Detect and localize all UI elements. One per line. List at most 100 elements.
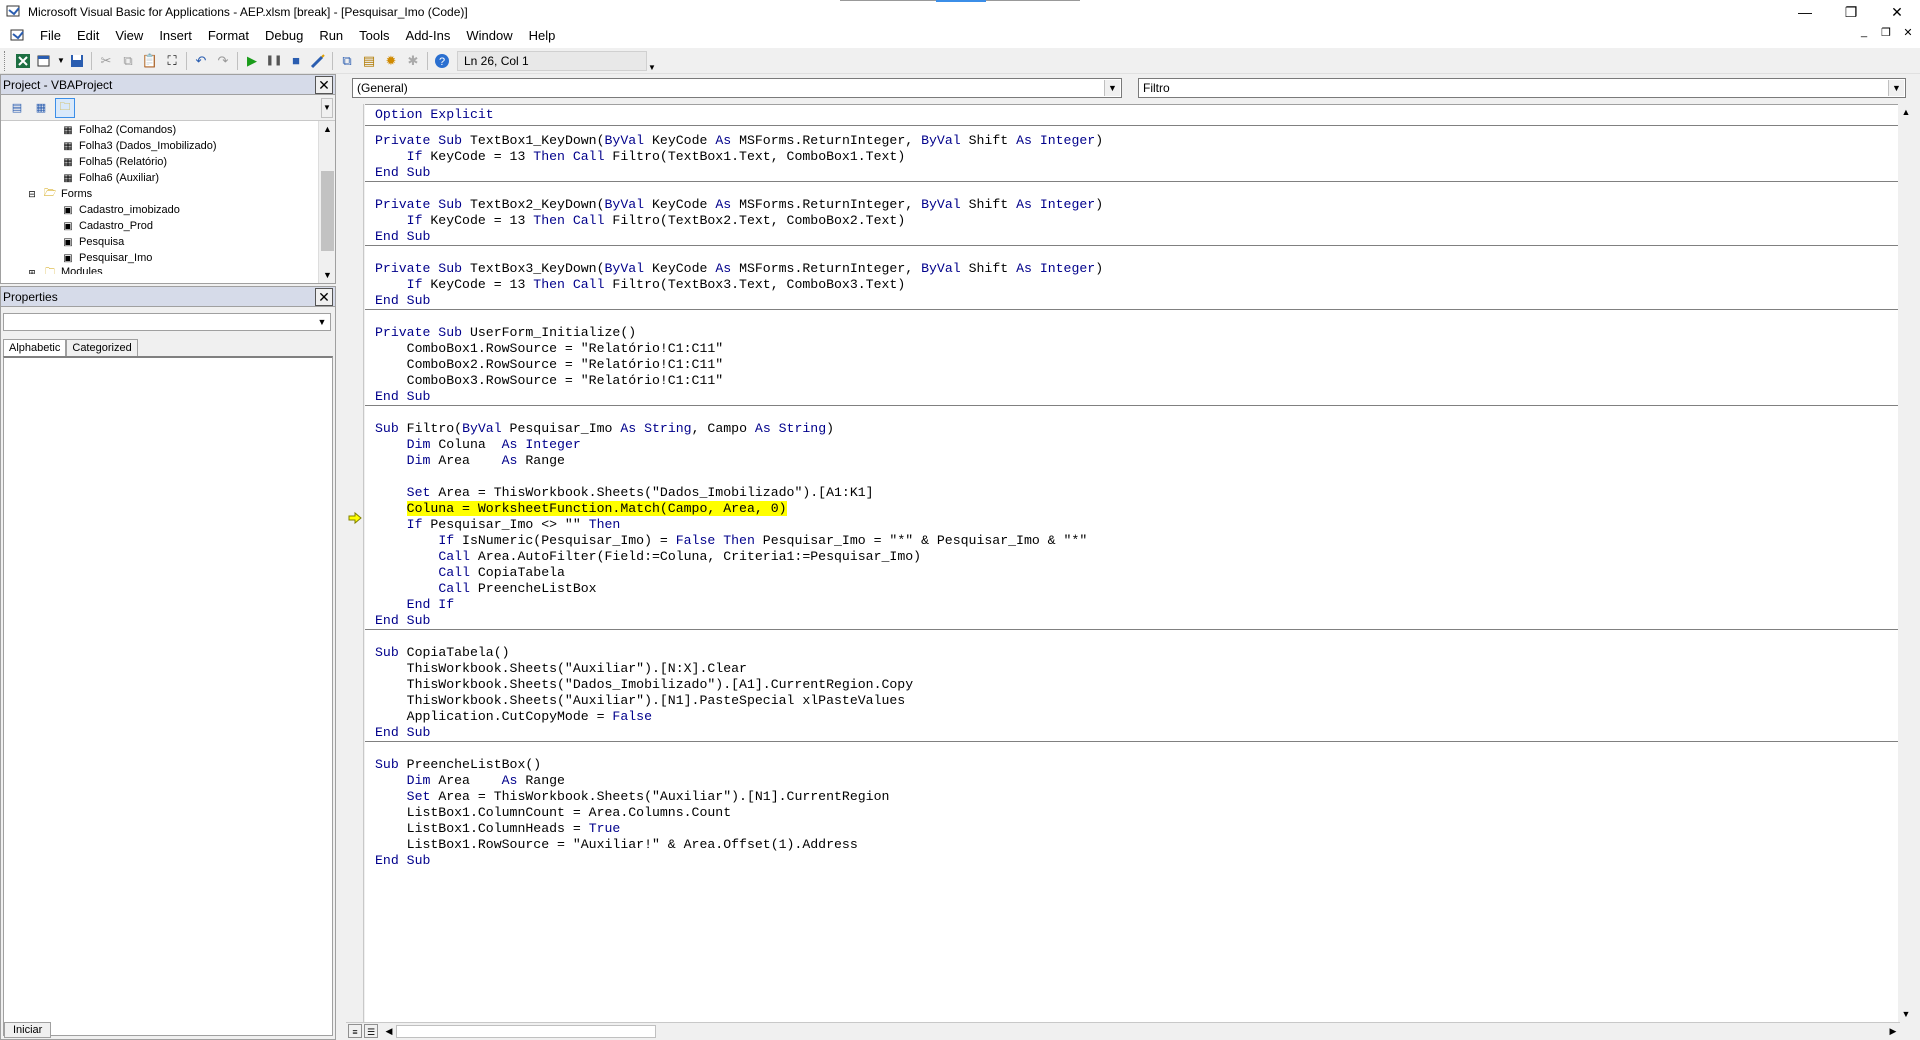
project-tree-scrollbar[interactable]: ▲ ▼ xyxy=(318,121,335,283)
project-toolbar-scroll-icon[interactable]: ▼ xyxy=(321,98,333,118)
tree-node-modules[interactable]: ⊞ 🗀 Modules xyxy=(25,266,102,275)
tree-node-folha6[interactable]: ▦ Folha6 (Auxiliar) xyxy=(61,170,159,186)
menu-tools[interactable]: Tools xyxy=(351,24,397,48)
undo-button[interactable]: ↶ xyxy=(190,50,212,72)
code-editor[interactable]: Option Explicit Private Sub TextBox1_Key… xyxy=(365,104,1900,1022)
menu-add-ins[interactable]: Add-Ins xyxy=(398,24,459,48)
code-line: End Sub xyxy=(375,229,431,244)
restore-button[interactable]: ❐ xyxy=(1828,0,1874,24)
menu-help[interactable]: Help xyxy=(521,24,564,48)
tree-node-cadastro-imobizado[interactable]: ▣ Cadastro_imobizado xyxy=(61,202,180,218)
procedure-view-icon: ≡ xyxy=(352,1027,358,1037)
procedure-separator xyxy=(365,125,1900,126)
collapse-toggle-icon[interactable]: ⊟ xyxy=(25,187,39,201)
code-vertical-scrollbar[interactable]: ▲ ▼ xyxy=(1898,104,1914,1022)
start-button[interactable]: Iniciar xyxy=(4,1022,52,1038)
properties-grid[interactable] xyxy=(3,356,333,1036)
menu-view[interactable]: View xyxy=(107,24,151,48)
view-object-icon: ▦ xyxy=(35,102,47,114)
scroll-down-icon[interactable]: ▼ xyxy=(1898,1006,1914,1022)
toggle-folders-button[interactable]: 🗀 xyxy=(55,97,75,118)
project-explorer-button[interactable]: ⧉ xyxy=(336,50,358,72)
view-object-button[interactable]: ▦ xyxy=(31,98,51,118)
properties-close-button[interactable]: ✕ xyxy=(315,288,333,306)
toolbox-button[interactable]: ✱ xyxy=(402,50,424,72)
menu-window[interactable]: Window xyxy=(458,24,520,48)
view-code-icon: ▤ xyxy=(11,102,23,114)
minimize-button[interactable]: — xyxy=(1782,0,1828,24)
menu-format[interactable]: Format xyxy=(200,24,257,48)
chevron-down-icon[interactable]: ▼ xyxy=(1104,80,1120,96)
chevron-down-icon[interactable]: ▼ xyxy=(1888,80,1904,96)
copy-button[interactable]: ⧉ xyxy=(117,50,139,72)
save-button[interactable] xyxy=(66,50,88,72)
scroll-down-icon[interactable]: ▼ xyxy=(319,267,335,283)
tab-categorized[interactable]: Categorized xyxy=(66,339,138,356)
scroll-right-icon[interactable]: ▶ xyxy=(1886,1024,1900,1039)
tree-node-forms[interactable]: ⊟ 🗁 Forms xyxy=(25,186,92,202)
worksheet-icon: ▦ xyxy=(63,156,73,168)
insert-userform-button[interactable] xyxy=(34,50,56,72)
scroll-up-icon[interactable]: ▲ xyxy=(319,121,335,137)
userform-icon: ▣ xyxy=(63,252,73,264)
scroll-thumb[interactable] xyxy=(396,1025,656,1038)
properties-window: Properties ✕ ▼ Alphabetic Categorized xyxy=(0,286,336,1040)
tree-node-label: Folha2 (Comandos) xyxy=(79,124,177,136)
run-button[interactable]: ▶ xyxy=(241,50,263,72)
menu-bar: File Edit View Insert Format Debug Run T… xyxy=(0,24,1920,48)
full-module-view-button[interactable]: ☰ xyxy=(364,1024,378,1038)
menu-insert[interactable]: Insert xyxy=(151,24,200,48)
redo-button[interactable]: ↷ xyxy=(212,50,234,72)
tree-node-pesquisa[interactable]: ▣ Pesquisa xyxy=(61,234,124,250)
menu-file[interactable]: File xyxy=(32,24,69,48)
expand-toggle-icon[interactable]: ⊞ xyxy=(25,266,39,275)
help-button[interactable]: ? xyxy=(431,50,453,72)
tree-node-folha3[interactable]: ▦ Folha3 (Dados_Imobilizado) xyxy=(61,138,216,154)
tab-alphabetic[interactable]: Alphabetic xyxy=(3,339,67,356)
reset-button[interactable]: ■ xyxy=(285,50,307,72)
properties-icon: ▤ xyxy=(362,52,376,68)
properties-object-combo[interactable]: ▼ xyxy=(3,313,331,331)
find-button[interactable]: ⛶ xyxy=(161,50,183,72)
chevron-down-icon[interactable]: ▼ xyxy=(314,314,330,330)
object-combo[interactable]: (General) ▼ xyxy=(352,78,1122,98)
properties-window-button[interactable]: ▤ xyxy=(358,50,380,72)
code-horizontal-scrollbar[interactable]: ≡ ☰ ◀ ▶ xyxy=(346,1022,1900,1040)
paste-button[interactable]: 📋 xyxy=(139,50,161,72)
procedure-view-button[interactable]: ≡ xyxy=(348,1024,362,1038)
insert-dropdown-icon[interactable]: ▼ xyxy=(56,50,66,72)
folder-icon: 🗀 xyxy=(45,266,55,275)
toolbox-icon: ✱ xyxy=(407,52,419,68)
tree-node-folha5[interactable]: ▦ Folha5 (Relatório) xyxy=(61,154,167,170)
control-menu-icon[interactable] xyxy=(10,28,26,44)
tree-node-pesquisar-imo[interactable]: ▣ Pesquisar_Imo xyxy=(61,250,152,266)
project-explorer-close-button[interactable]: ✕ xyxy=(315,76,333,94)
break-button[interactable]: ❚❚ xyxy=(263,50,285,72)
tree-node-folha2[interactable]: ▦ Folha2 (Comandos) xyxy=(61,122,176,138)
toolbar-options-icon[interactable]: ▼ xyxy=(647,50,657,72)
tree-node-cadastro-prod[interactable]: ▣ Cadastro_Prod xyxy=(61,218,153,234)
design-mode-button[interactable] xyxy=(307,50,329,72)
code-line: End Sub xyxy=(375,613,431,628)
scroll-left-icon[interactable]: ◀ xyxy=(382,1024,396,1039)
mdi-minimize-icon[interactable]: _ xyxy=(1856,26,1872,39)
menu-run[interactable]: Run xyxy=(311,24,351,48)
code-line: ListBox1.ColumnHeads = True xyxy=(375,821,621,836)
view-code-button[interactable]: ▤ xyxy=(7,98,27,118)
procedure-combo[interactable]: Filtro ▼ xyxy=(1138,78,1906,98)
toolbar-separator xyxy=(91,51,92,70)
indicator-margin[interactable] xyxy=(346,104,364,1022)
mdi-restore-icon[interactable]: ❐ xyxy=(1878,26,1894,39)
view-excel-button[interactable] xyxy=(12,50,34,72)
vba-app-icon[interactable] xyxy=(6,4,22,20)
toolbar-grip[interactable] xyxy=(4,50,8,71)
close-button[interactable]: ✕ xyxy=(1874,0,1920,24)
cut-button[interactable]: ✂ xyxy=(95,50,117,72)
mdi-close-icon[interactable]: ✕ xyxy=(1900,26,1916,39)
scroll-up-icon[interactable]: ▲ xyxy=(1898,104,1914,120)
binoculars-icon: ⛶ xyxy=(167,52,177,68)
object-browser-button[interactable]: ✹ xyxy=(380,50,402,72)
menu-debug[interactable]: Debug xyxy=(257,24,311,48)
scroll-thumb[interactable] xyxy=(321,171,334,251)
menu-edit[interactable]: Edit xyxy=(69,24,107,48)
